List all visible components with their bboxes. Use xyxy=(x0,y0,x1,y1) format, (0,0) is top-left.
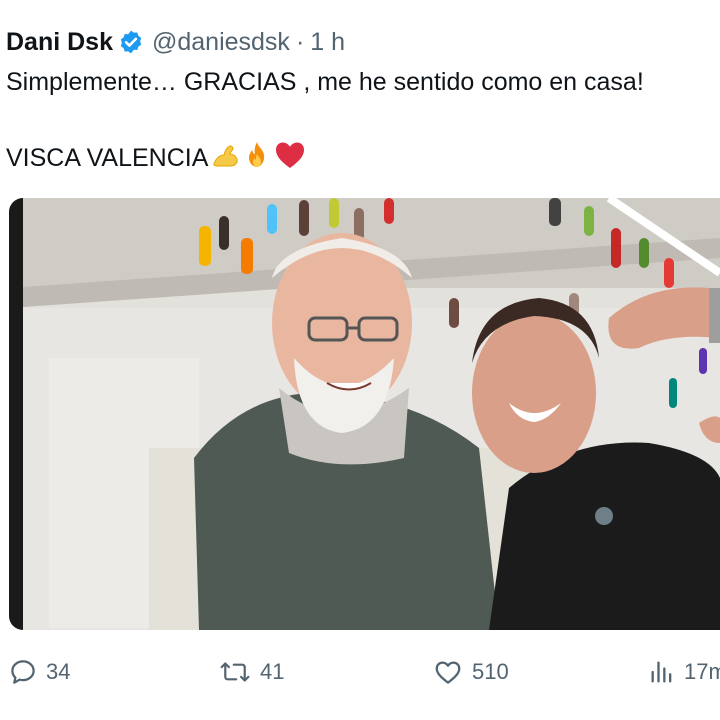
reply-button[interactable]: 34 xyxy=(8,650,70,694)
flexed-biceps-icon xyxy=(210,142,240,177)
tweet[interactable]: Dani Dsk @daniesdsk · 1 h Simplemente… G… xyxy=(0,0,720,720)
verified-badge-icon xyxy=(120,30,142,54)
tweet-header: Dani Dsk @daniesdsk · 1 h xyxy=(6,24,345,60)
tweet-actions: 34 41 510 17m xyxy=(0,650,720,694)
views-icon xyxy=(651,661,672,683)
author-handle[interactable]: @daniesdsk xyxy=(152,28,290,57)
view-count: 17m xyxy=(684,659,720,684)
reply-icon xyxy=(11,660,35,684)
views-button[interactable]: 17m xyxy=(648,650,720,694)
heart-icon xyxy=(435,661,461,684)
like-button[interactable]: 510 xyxy=(432,650,509,694)
fire-icon xyxy=(242,140,272,177)
tweet-photo[interactable] xyxy=(9,198,720,630)
red-heart-icon xyxy=(274,140,306,177)
separator-dot: · xyxy=(295,27,305,56)
repost-count: 41 xyxy=(260,659,285,684)
tweet-text-line-1: Simplemente… GRACIAS , me he sentido com… xyxy=(6,68,644,96)
like-count: 510 xyxy=(472,659,509,684)
timestamp[interactable]: 1 h xyxy=(310,28,345,57)
author-name[interactable]: Dani Dsk xyxy=(6,28,113,57)
repost-icon xyxy=(220,662,250,682)
tweet-text-visca: VISCA VALENCIA xyxy=(6,144,209,172)
tweet-text-line-2: VISCA VALENCIA xyxy=(6,140,306,177)
repost-button[interactable]: 41 xyxy=(218,650,284,694)
reply-count: 34 xyxy=(46,659,71,684)
photo-illustration xyxy=(9,198,720,630)
